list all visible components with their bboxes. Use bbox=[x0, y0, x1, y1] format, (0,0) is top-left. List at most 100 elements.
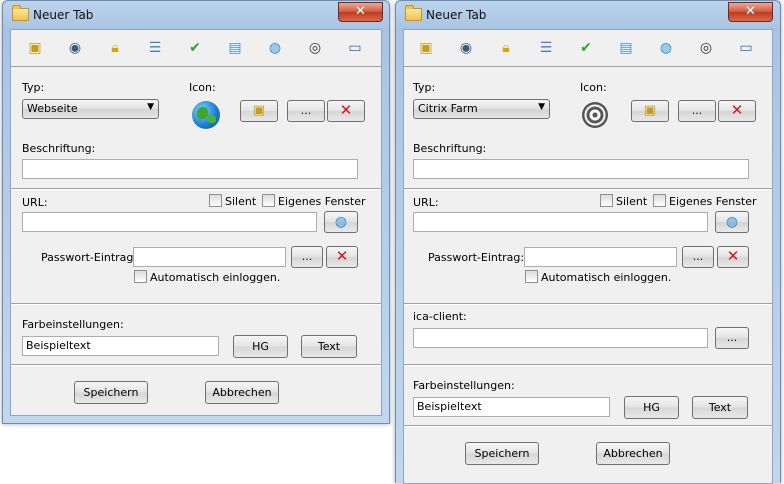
url-label: URL: bbox=[413, 196, 439, 209]
icon-label: Icon: bbox=[189, 81, 216, 94]
close-button[interactable]: ✕ bbox=[728, 2, 773, 22]
silent-checkbox[interactable] bbox=[209, 194, 222, 207]
globe-icon: ◍ bbox=[334, 214, 348, 230]
disc-icon[interactable]: ◉ bbox=[66, 39, 84, 57]
text-color-button[interactable]: Text bbox=[301, 335, 357, 358]
auto-login-label: Automatisch einloggen. bbox=[541, 271, 672, 284]
dialog-window-right: Neuer Tab ✕ ▣ ◉ 🔒︎ ☰ ✔ ▤ ◍ ◎ ▭ Typ: Citr… bbox=[395, 0, 781, 484]
save-button[interactable]: Speichern bbox=[465, 442, 539, 465]
divider bbox=[11, 188, 381, 190]
type-select-value: Citrix Farm bbox=[418, 102, 478, 115]
window-title: Neuer Tab bbox=[33, 8, 94, 22]
citrix-icon[interactable]: ◎ bbox=[306, 39, 324, 57]
silent-label: Silent bbox=[225, 195, 257, 208]
type-select[interactable]: Citrix Farm ▼ bbox=[413, 99, 550, 119]
chevron-down-icon: ▼ bbox=[147, 102, 154, 112]
tab-icon-preview bbox=[582, 102, 608, 128]
pick-icon-button[interactable]: ▣ bbox=[240, 100, 278, 122]
divider bbox=[404, 188, 772, 190]
dialog-client-area: ▣ ◉ 🔒︎ ☰ ✔ ▤ ◍ ◎ ▭ Typ: Webseite ▼ Icon:… bbox=[10, 29, 382, 416]
divider bbox=[404, 364, 772, 366]
color-settings-label: Farbeinstellungen: bbox=[413, 379, 515, 392]
ica-client-label: ica-client: bbox=[413, 310, 467, 323]
auto-login-checkbox[interactable] bbox=[525, 270, 538, 283]
text-color-button[interactable]: Text bbox=[692, 396, 748, 419]
browse-password-button[interactable]: ... bbox=[291, 246, 323, 268]
password-input[interactable] bbox=[524, 247, 677, 267]
checkmark-icon[interactable]: ✔ bbox=[186, 39, 204, 57]
type-label: Typ: bbox=[22, 81, 45, 94]
delete-icon-button[interactable]: ✕ bbox=[327, 100, 365, 122]
background-color-button[interactable]: HG bbox=[624, 396, 679, 419]
citrix-icon[interactable]: ◎ bbox=[697, 39, 715, 57]
cancel-button[interactable]: Abbrechen bbox=[205, 381, 279, 404]
folder-add-icon[interactable]: ▣ bbox=[26, 39, 44, 57]
own-window-label: Eigenes Fenster bbox=[669, 195, 757, 208]
url-input[interactable] bbox=[22, 212, 317, 232]
sample-text-preview: Beispieltext bbox=[413, 397, 610, 417]
caption-input[interactable] bbox=[413, 159, 749, 179]
open-url-button[interactable]: ◍ bbox=[715, 211, 749, 233]
delete-password-button[interactable]: ✕ bbox=[326, 246, 358, 268]
image-icon: ▣ bbox=[643, 103, 657, 118]
password-label: Passwort-Eintrag: bbox=[428, 251, 525, 264]
pick-icon-button[interactable]: ▣ bbox=[631, 100, 669, 122]
browse-icon-button[interactable]: ... bbox=[287, 100, 325, 122]
folder-icon bbox=[12, 5, 29, 21]
type-label: Typ: bbox=[413, 81, 436, 94]
divider bbox=[11, 303, 381, 305]
checkmark-icon[interactable]: ✔ bbox=[577, 39, 595, 57]
color-settings-label: Farbeinstellungen: bbox=[22, 318, 124, 331]
folder-add-icon[interactable]: ▣ bbox=[417, 39, 435, 57]
dialog-client-area: ▣ ◉ 🔒︎ ☰ ✔ ▤ ◍ ◎ ▭ Typ: Citrix Farm ▼ Ic… bbox=[403, 29, 773, 484]
caption-input[interactable] bbox=[22, 159, 358, 179]
open-url-button[interactable]: ◍ bbox=[324, 211, 358, 233]
ica-client-input[interactable] bbox=[413, 328, 708, 348]
globe-icon[interactable]: ◍ bbox=[657, 39, 675, 57]
own-window-checkbox[interactable] bbox=[262, 194, 275, 207]
silent-checkbox[interactable] bbox=[600, 194, 613, 207]
monitor-icon[interactable]: ▭ bbox=[346, 39, 364, 57]
layers-icon[interactable]: ▤ bbox=[617, 39, 635, 57]
dialog-window-left: Neuer Tab ✕ ▣ ◉ 🔒︎ ☰ ✔ ▤ ◍ ◎ ▭ Typ: Webs… bbox=[2, 0, 390, 424]
type-select-value: Webseite bbox=[27, 102, 78, 115]
delete-icon: ✕ bbox=[730, 101, 744, 119]
layers-icon[interactable]: ▤ bbox=[226, 39, 244, 57]
disc-icon[interactable]: ◉ bbox=[457, 39, 475, 57]
auto-login-label: Automatisch einloggen. bbox=[150, 271, 281, 284]
background-color-button[interactable]: HG bbox=[233, 335, 288, 358]
own-window-label: Eigenes Fenster bbox=[278, 195, 366, 208]
globe-icon[interactable]: ◍ bbox=[266, 39, 284, 57]
lock-icon[interactable]: 🔒︎ bbox=[106, 39, 124, 57]
password-input[interactable] bbox=[133, 247, 286, 267]
browse-password-button[interactable]: ... bbox=[682, 246, 714, 268]
folder-icon bbox=[405, 5, 422, 21]
caption-label: Beschriftung: bbox=[413, 142, 487, 155]
monitor-icon[interactable]: ▭ bbox=[737, 39, 755, 57]
url-input[interactable] bbox=[413, 212, 708, 232]
delete-icon-button[interactable]: ✕ bbox=[718, 100, 756, 122]
list-icon[interactable]: ☰ bbox=[146, 39, 164, 57]
divider bbox=[404, 425, 772, 427]
silent-label: Silent bbox=[616, 195, 648, 208]
delete-password-button[interactable]: ✕ bbox=[717, 246, 749, 268]
type-select[interactable]: Webseite ▼ bbox=[22, 99, 159, 119]
tab-icon-preview bbox=[192, 101, 220, 129]
list-icon[interactable]: ☰ bbox=[537, 39, 555, 57]
title-bar[interactable]: Neuer Tab ✕ bbox=[396, 1, 780, 29]
divider bbox=[404, 303, 772, 305]
caption-label: Beschriftung: bbox=[22, 142, 96, 155]
cancel-button[interactable]: Abbrechen bbox=[596, 442, 670, 465]
close-button[interactable]: ✕ bbox=[338, 2, 383, 22]
title-bar[interactable]: Neuer Tab ✕ bbox=[3, 1, 389, 29]
lock-icon[interactable]: 🔒︎ bbox=[497, 39, 515, 57]
icon-label: Icon: bbox=[580, 81, 607, 94]
icon-toolbar: ▣ ◉ 🔒︎ ☰ ✔ ▤ ◍ ◎ ▭ bbox=[11, 30, 381, 67]
save-button[interactable]: Speichern bbox=[74, 381, 148, 404]
url-label: URL: bbox=[22, 196, 48, 209]
browse-ica-button[interactable]: ... bbox=[715, 327, 749, 349]
chevron-down-icon: ▼ bbox=[538, 102, 545, 112]
auto-login-checkbox[interactable] bbox=[134, 270, 147, 283]
browse-icon-button[interactable]: ... bbox=[678, 100, 716, 122]
own-window-checkbox[interactable] bbox=[653, 194, 666, 207]
